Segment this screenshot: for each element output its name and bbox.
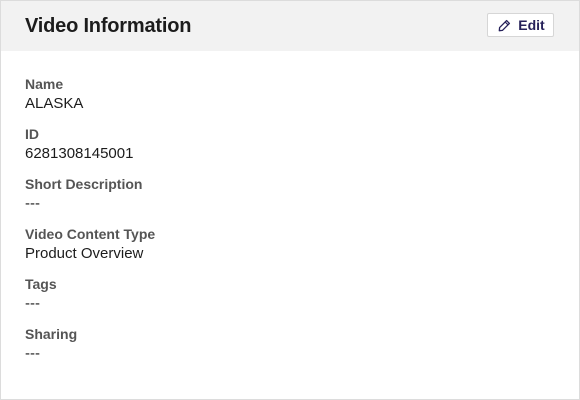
field-name: Name ALASKA <box>25 75 155 125</box>
field-tags: Tags --- <box>25 275 155 325</box>
video-information-panel: Video Information Edit Name ALASKA ID 62… <box>0 0 580 400</box>
field-list: Name ALASKA ID 6281308145001 Short Descr… <box>25 75 155 375</box>
pencil-icon <box>498 19 511 32</box>
field-value: 6281308145001 <box>25 145 134 162</box>
field-label: Tags <box>25 276 57 292</box>
field-label: Video Content Type <box>25 226 156 242</box>
field-label: Name <box>25 76 64 92</box>
field-value: ALASKA <box>25 95 84 112</box>
field-label: ID <box>25 126 39 142</box>
panel-header: Video Information Edit <box>1 1 579 51</box>
field-id: ID 6281308145001 <box>25 125 155 175</box>
field-value: --- <box>25 295 40 312</box>
field-label: Short Description <box>25 176 143 192</box>
field-short-description: Short Description --- <box>25 175 155 225</box>
field-value: Product Overview <box>25 245 144 262</box>
field-value: --- <box>25 195 40 212</box>
field-value: --- <box>25 345 40 362</box>
field-label: Sharing <box>25 326 78 342</box>
field-video-content-type: Video Content Type Product Overview <box>25 225 155 275</box>
field-sharing: Sharing --- <box>25 325 155 375</box>
edit-button-label: Edit <box>518 17 545 33</box>
edit-button[interactable]: Edit <box>487 13 554 37</box>
panel-title: Video Information <box>25 15 192 37</box>
